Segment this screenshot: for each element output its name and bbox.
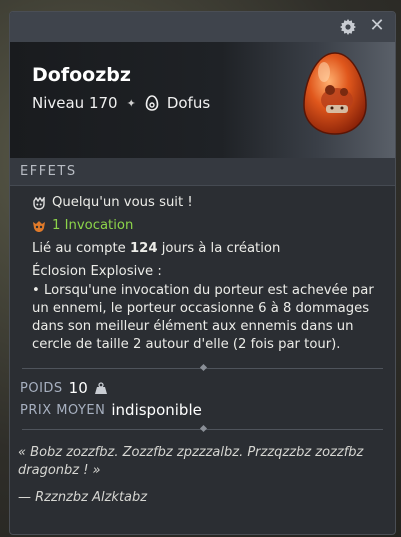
follower-icon <box>33 196 45 210</box>
effect-bound-suffix: jours à la création <box>157 241 281 256</box>
price-value: indisponible <box>111 401 202 419</box>
close-icon[interactable]: ✕ <box>369 17 385 35</box>
effect-bound-days: 124 <box>129 241 158 256</box>
dofus-egg-image <box>303 52 367 135</box>
effect-summon-label: Invocation <box>64 218 134 233</box>
price-label: PRIX MOYEN <box>20 402 106 418</box>
item-category: Dofus <box>166 94 211 112</box>
weight-icon <box>94 381 107 394</box>
effect-bound-prefix: Lié au compte <box>32 241 130 256</box>
effect-explosive-desc: • Lorsqu'une invocation du porteur est a… <box>32 283 374 352</box>
divider-top <box>22 363 383 372</box>
weight-value: 10 <box>68 379 88 397</box>
lore-author: — Rzznzbz Alzktabz <box>18 490 148 505</box>
item-stats: POIDS 10 PRIX MOYEN indisponible <box>10 369 395 421</box>
effects-list: Quelqu'un vous suit ! 1 Invocation Lié a… <box>10 186 395 368</box>
effect-explosive-title: Éclosion Explosive : <box>32 264 162 279</box>
item-tooltip: ✕ Dofoozbz Niveau 170 ✦ Dofus EFFETS Que… <box>9 11 396 535</box>
dofus-egg-icon <box>145 95 159 111</box>
effects-title: EFFETS <box>10 158 395 186</box>
item-meta: Niveau 170 ✦ Dofus <box>32 94 210 112</box>
tooltip-topbar: ✕ <box>10 12 395 42</box>
item-level: Niveau 170 <box>32 94 118 112</box>
separator-icon: ✦ <box>126 96 136 110</box>
effect-summon: 1 Invocation <box>32 217 385 235</box>
gear-icon[interactable] <box>340 19 356 35</box>
effect-follower: Quelqu'un vous suit ! <box>32 194 385 212</box>
item-header: Dofoozbz Niveau 170 ✦ Dofus <box>10 42 395 158</box>
weight-label: POIDS <box>20 380 63 396</box>
item-name: Dofoozbz <box>32 64 131 86</box>
summon-icon <box>33 220 45 232</box>
stat-price: PRIX MOYEN indisponible <box>20 399 385 421</box>
effect-summon-count: 1 <box>52 218 61 233</box>
lore-quote: « Bobz zozzfbz. Zozzfbz zpzzzalbz. Przzq… <box>18 445 364 478</box>
divider-bottom <box>22 424 383 433</box>
effect-follower-text: Quelqu'un vous suit ! <box>52 195 193 210</box>
effect-bound: Lié au compte 124 jours à la création <box>32 240 385 258</box>
stat-weight: POIDS 10 <box>20 377 385 399</box>
